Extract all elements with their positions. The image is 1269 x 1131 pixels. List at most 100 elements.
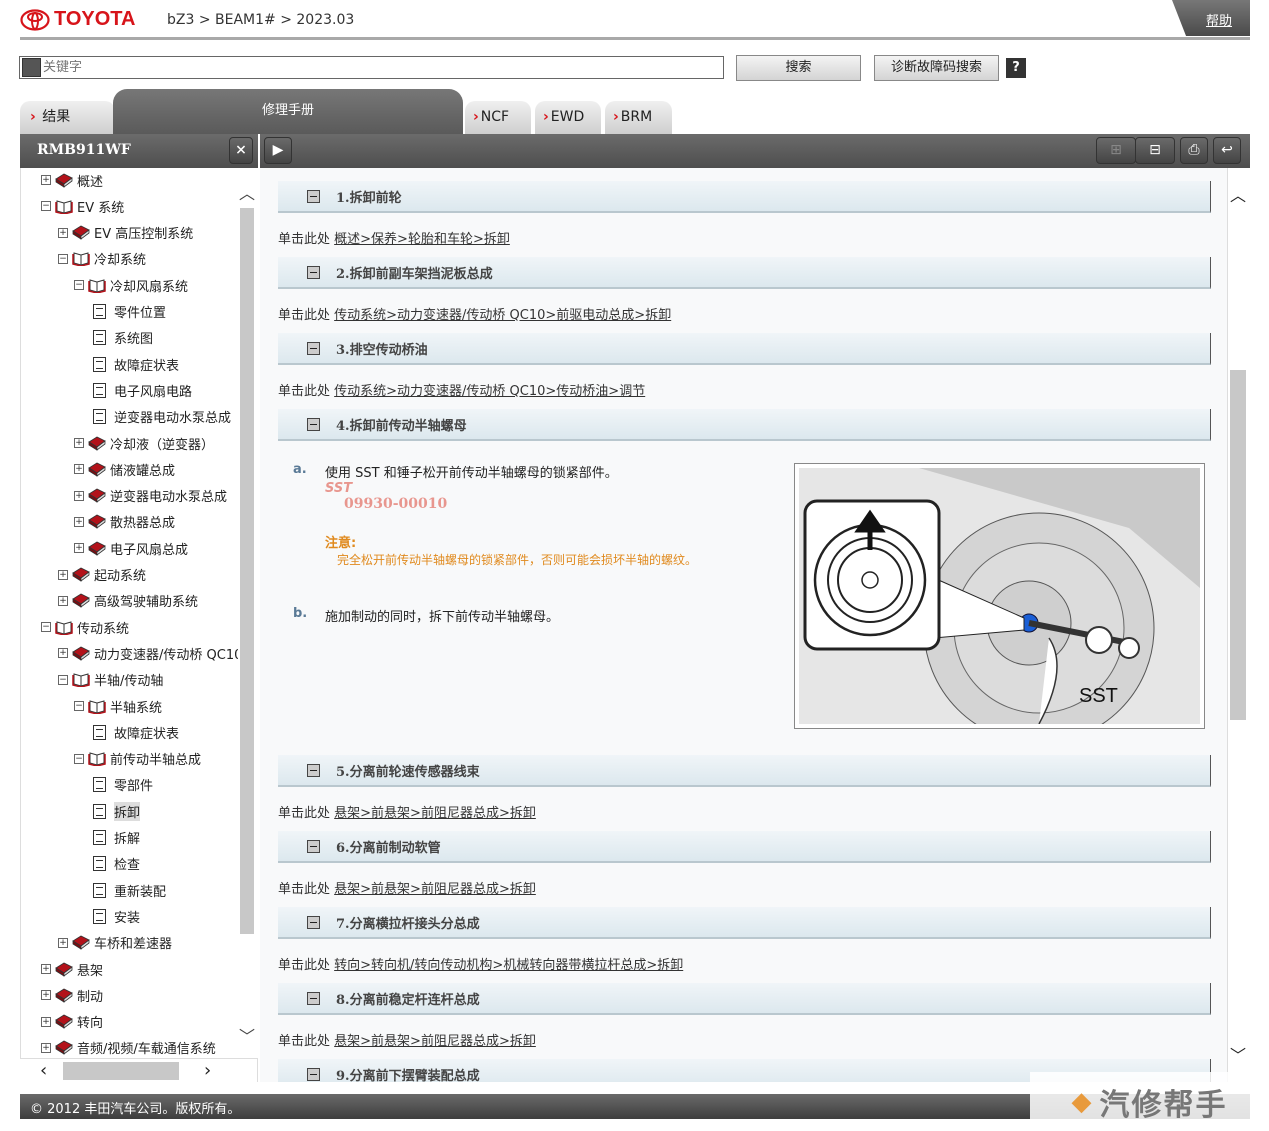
tree-item[interactable]: − 传动系统: [41, 616, 129, 638]
tree-item[interactable]: − EV 系统: [41, 195, 124, 217]
reference-link[interactable]: 悬架>前悬架>前阻尼器总成>拆卸: [334, 882, 536, 897]
tree-item[interactable]: + 音频/视频/车载通信系统: [41, 1037, 216, 1058]
tree-item[interactable]: 故障症状表: [91, 721, 179, 743]
tree-item[interactable]: − 半轴系统: [74, 695, 162, 717]
scrollbar-thumb[interactable]: [240, 208, 254, 934]
tree-item[interactable]: 电子风扇电路: [91, 379, 192, 401]
tab-ncf[interactable]: › NCF: [465, 101, 531, 134]
tree-item[interactable]: 系统图: [91, 327, 153, 349]
expand-icon[interactable]: +: [58, 937, 68, 948]
expand-icon[interactable]: +: [58, 227, 68, 238]
expand-icon[interactable]: +: [58, 569, 68, 580]
collapse-icon[interactable]: [307, 915, 320, 929]
reference-link[interactable]: 传动系统>动力变速器/传动桥 QC10>前驱电动总成>拆卸: [334, 308, 671, 323]
section-header[interactable]: 4.拆卸前传动半轴螺母: [278, 409, 1211, 441]
expand-all-icon[interactable]: ⊞: [1096, 137, 1136, 164]
section-header[interactable]: 2.拆卸前副车架挡泥板总成: [278, 257, 1211, 289]
tab-results[interactable]: › 结果: [20, 101, 115, 134]
tree-item[interactable]: 逆变器电动水泵总成: [91, 406, 231, 428]
expand-icon[interactable]: +: [41, 990, 51, 1001]
tree-item[interactable]: − 前传动半轴总成: [74, 748, 201, 770]
tree-item[interactable]: 拆卸: [91, 800, 141, 822]
tree-item[interactable]: − 冷却系统: [58, 248, 146, 270]
reference-link[interactable]: 传动系统>动力变速器/传动桥 QC10>传动桥油>调节: [334, 384, 645, 399]
expand-icon[interactable]: +: [74, 464, 84, 475]
expand-icon[interactable]: +: [74, 490, 84, 501]
scroll-left-icon[interactable]: ‹: [40, 1060, 47, 1081]
section-header[interactable]: 8.分离前稳定杆连杆总成: [278, 983, 1211, 1015]
section-header[interactable]: 3.排空传动桥油: [278, 333, 1211, 365]
close-icon[interactable]: ×: [229, 137, 253, 164]
collapse-icon[interactable]: [307, 189, 320, 203]
reference-link[interactable]: 悬架>前悬架>前阻尼器总成>拆卸: [334, 806, 536, 821]
tree-item[interactable]: + 概述: [41, 169, 103, 191]
print-icon[interactable]: ⎙: [1180, 137, 1208, 164]
tree-item[interactable]: 故障症状表: [91, 353, 179, 375]
collapse-icon[interactable]: −: [74, 280, 84, 291]
collapse-icon[interactable]: −: [58, 674, 68, 685]
tree-item[interactable]: 零部件: [91, 774, 153, 796]
scroll-right-icon[interactable]: ›: [204, 1060, 211, 1081]
expand-icon[interactable]: +: [41, 964, 51, 974]
scrollbar-thumb[interactable]: [1230, 370, 1246, 720]
search-box[interactable]: [19, 56, 724, 79]
tree-item[interactable]: + 高级驾驶辅助系统: [58, 590, 198, 612]
collapse-icon[interactable]: [307, 991, 320, 1005]
collapse-all-icon[interactable]: ⊟: [1135, 137, 1175, 164]
collapse-icon[interactable]: −: [58, 253, 68, 264]
tab-brm[interactable]: › BRM: [605, 101, 672, 134]
expand-icon[interactable]: +: [41, 1016, 51, 1027]
scroll-up-icon[interactable]: ︿: [1228, 182, 1248, 206]
collapse-icon[interactable]: −: [41, 622, 51, 633]
section-header[interactable]: 5.分离前轮速传感器线束: [278, 755, 1211, 787]
tree-item[interactable]: + 动力变速器/传动桥 QC10: [58, 642, 238, 664]
scroll-down-icon[interactable]: ﹀: [1228, 1042, 1248, 1066]
tree-item[interactable]: 拆解: [91, 827, 140, 849]
help-link[interactable]: 帮助: [1172, 0, 1250, 36]
reference-link[interactable]: 转向>转向机/转向传动机构>机械转向器带横拉杆总成>拆卸: [334, 958, 683, 973]
tree-item[interactable]: 安装: [91, 905, 140, 927]
tab-ewd[interactable]: › EWD: [535, 101, 601, 134]
section-header[interactable]: 6.分离前制动软管: [278, 831, 1211, 863]
collapse-icon[interactable]: −: [41, 201, 51, 212]
tree-item[interactable]: + 电子风扇总成: [74, 537, 188, 559]
collapse-icon[interactable]: [307, 341, 320, 355]
collapse-icon[interactable]: [307, 839, 320, 853]
expand-icon[interactable]: +: [41, 175, 51, 185]
scrollbar-thumb[interactable]: [63, 1062, 179, 1080]
tree-item[interactable]: + 起动系统: [58, 564, 146, 586]
section-header[interactable]: 1.拆卸前轮: [278, 181, 1211, 213]
tree-item[interactable]: + 散热器总成: [74, 511, 175, 533]
tree-item[interactable]: + EV 高压控制系统: [58, 222, 193, 244]
expand-icon[interactable]: +: [74, 438, 84, 448]
tree-item[interactable]: + 转向: [41, 1011, 103, 1033]
collapse-icon[interactable]: −: [74, 701, 84, 711]
expand-icon[interactable]: +: [58, 648, 68, 659]
tree-item[interactable]: + 冷却液（逆变器）: [74, 432, 214, 454]
search-button[interactable]: 搜索: [736, 55, 861, 81]
expand-icon[interactable]: +: [58, 595, 68, 606]
content-scrollbar[interactable]: ︿ ﹀: [1228, 180, 1248, 1065]
expand-icon[interactable]: +: [74, 516, 84, 527]
tree-item[interactable]: + 车桥和差速器: [58, 932, 172, 954]
search-input[interactable]: [43, 60, 723, 75]
tree-scrollbar[interactable]: ︿ ﹀: [238, 180, 256, 1050]
reference-link[interactable]: 悬架>前悬架>前阻尼器总成>拆卸: [334, 1034, 536, 1049]
collapse-icon[interactable]: −: [74, 753, 84, 764]
expand-icon[interactable]: +: [41, 1042, 51, 1053]
tree-hscrollbar[interactable]: ‹ ›: [20, 1058, 258, 1082]
expand-icon[interactable]: +: [74, 543, 84, 554]
collapse-icon[interactable]: [307, 1067, 320, 1081]
section-header[interactable]: 7.分离横拉杆接头分总成: [278, 907, 1211, 939]
reference-link[interactable]: 概述>保养>轮胎和车轮>拆卸: [334, 232, 510, 247]
tree-item[interactable]: 检查: [91, 853, 140, 875]
tree-item[interactable]: + 制动: [41, 984, 103, 1006]
tab-repair-manual[interactable]: 修理手册: [113, 89, 463, 134]
expand-panel-icon[interactable]: ▶: [264, 137, 292, 164]
tree-item[interactable]: + 逆变器电动水泵总成: [74, 485, 227, 507]
collapse-icon[interactable]: [307, 265, 320, 279]
return-icon[interactable]: ↩: [1213, 137, 1241, 164]
scroll-down-icon[interactable]: ﹀: [238, 1023, 256, 1047]
scroll-up-icon[interactable]: ︿: [238, 180, 256, 204]
tree-item[interactable]: + 储液罐总成: [74, 458, 175, 480]
